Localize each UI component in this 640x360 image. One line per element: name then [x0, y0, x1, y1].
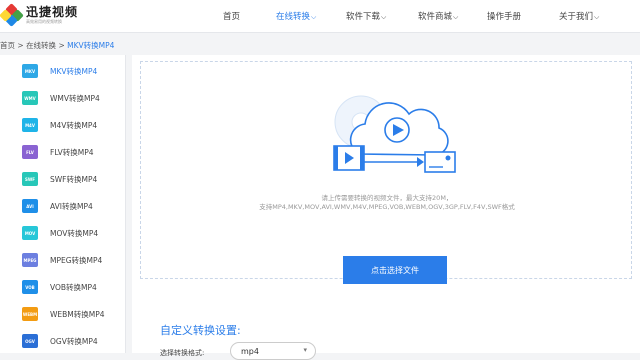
wmv-format-icon: WMV — [22, 91, 38, 105]
custom-settings-title: 自定义转换设置: — [160, 324, 241, 337]
sidebar-item-mov[interactable]: MOV MOV转换MP4 — [22, 225, 98, 241]
sidebar-item-label: MOV转换MP4 — [50, 228, 99, 238]
nav-manual[interactable]: 操作手册 — [487, 10, 521, 22]
format-select-value: mp4 — [241, 346, 259, 356]
upload-dropzone[interactable]: 请上传需要转换的视频文件，最大支持20M， 支持MP4,MKV,MOV,AVI,… — [140, 61, 632, 284]
m4v-format-icon: M4V — [22, 118, 38, 132]
nav-software-download[interactable]: 软件下载⌵ — [346, 10, 386, 22]
sidebar-item-m4v[interactable]: M4V M4V转换MP4 — [22, 117, 97, 133]
sidebar-item-label: SWF转换MP4 — [50, 174, 98, 184]
webm-format-icon: WEBM — [22, 307, 38, 321]
sidebar-item-mkv[interactable]: MKV MKV转换MP4 — [22, 63, 97, 79]
sidebar-item-label: WMV转换MP4 — [50, 93, 100, 103]
choose-file-button[interactable]: 点击选择文件 — [343, 256, 447, 284]
sidebar-item-label: AVI转换MP4 — [50, 201, 93, 211]
avi-format-icon: AVI — [22, 199, 38, 213]
main-panel: 请上传需要转换的视频文件，最大支持20M， 支持MP4,MKV,MOV,AVI,… — [132, 55, 640, 360]
sidebar: MKV MKV转换MP4 WMV WMV转换MP4 M4V M4V转换MP4 F… — [0, 55, 126, 353]
chevron-down-icon: ⌵ — [311, 13, 317, 21]
format-select[interactable]: mp4 ▾ — [230, 342, 316, 360]
sidebar-item-flv[interactable]: FLV FLV转换MP4 — [22, 144, 94, 160]
nav-software-store[interactable]: 软件商城⌵ — [418, 10, 458, 22]
nav-home[interactable]: 首页 — [223, 10, 240, 22]
upload-hint-formats: 支持MP4,MKV,MOV,AVI,WMV,M4V,MPEG,VOB,WEBM,… — [259, 203, 515, 211]
vob-format-icon: VOB — [22, 280, 38, 294]
swf-format-icon: SWF — [22, 172, 38, 186]
flv-format-icon: FLV — [22, 145, 38, 159]
sidebar-item-ogv[interactable]: OGV OGV转换MP4 — [22, 333, 98, 349]
sidebar-item-label: M4V转换MP4 — [50, 120, 98, 130]
sidebar-item-vob[interactable]: VOB VOB转换MP4 — [22, 279, 97, 295]
ogv-format-icon: OGV — [22, 334, 38, 348]
sidebar-item-label: MPEG转换MP4 — [50, 255, 103, 265]
format-select-label: 选择转换格式: — [160, 349, 205, 357]
main-nav: 首页 在线转换⌵ 软件下载⌵ 软件商城⌵ 操作手册 关于我们⌵ — [0, 0, 640, 33]
sidebar-item-swf[interactable]: SWF SWF转换MP4 — [22, 171, 97, 187]
chevron-down-icon: ⌵ — [453, 13, 459, 21]
sidebar-item-webm[interactable]: WEBM WEBM转换MP4 — [22, 306, 105, 322]
breadcrumb-current: MKV转换MP4 — [67, 41, 115, 50]
sidebar-item-label: FLV转换MP4 — [50, 147, 94, 157]
mov-format-icon: MOV — [22, 226, 38, 240]
breadcrumb-section[interactable]: 在线转换 — [26, 41, 56, 50]
sidebar-item-mpeg[interactable]: MPEG MPEG转换MP4 — [22, 252, 102, 268]
mpeg-format-icon: MPEG — [22, 253, 38, 267]
sidebar-item-avi[interactable]: AVI AVI转换MP4 — [22, 198, 93, 214]
top-header: 迅捷视频 高效易用的视频转换 首页 在线转换⌵ 软件下载⌵ 软件商城⌵ 操作手册… — [0, 0, 640, 33]
mkv-format-icon: MKV — [22, 64, 38, 78]
cloud-video-upload-icon — [333, 95, 456, 173]
breadcrumb: 首页 > 在线转换 > MKV转换MP4 — [0, 41, 115, 50]
sidebar-item-label: WEBM转换MP4 — [50, 309, 105, 319]
sidebar-item-label: OGV转换MP4 — [50, 336, 98, 346]
chevron-down-icon: ⌵ — [381, 13, 387, 21]
sidebar-item-label: MKV转换MP4 — [50, 66, 98, 76]
nav-about[interactable]: 关于我们⌵ — [559, 10, 599, 22]
nav-online-convert[interactable]: 在线转换⌵ — [276, 10, 316, 22]
breadcrumb-home[interactable]: 首页 — [0, 41, 15, 50]
sidebar-item-wmv[interactable]: WMV WMV转换MP4 — [22, 90, 100, 106]
chevron-down-icon: ⌵ — [594, 13, 600, 21]
sidebar-item-label: VOB转换MP4 — [50, 282, 97, 292]
